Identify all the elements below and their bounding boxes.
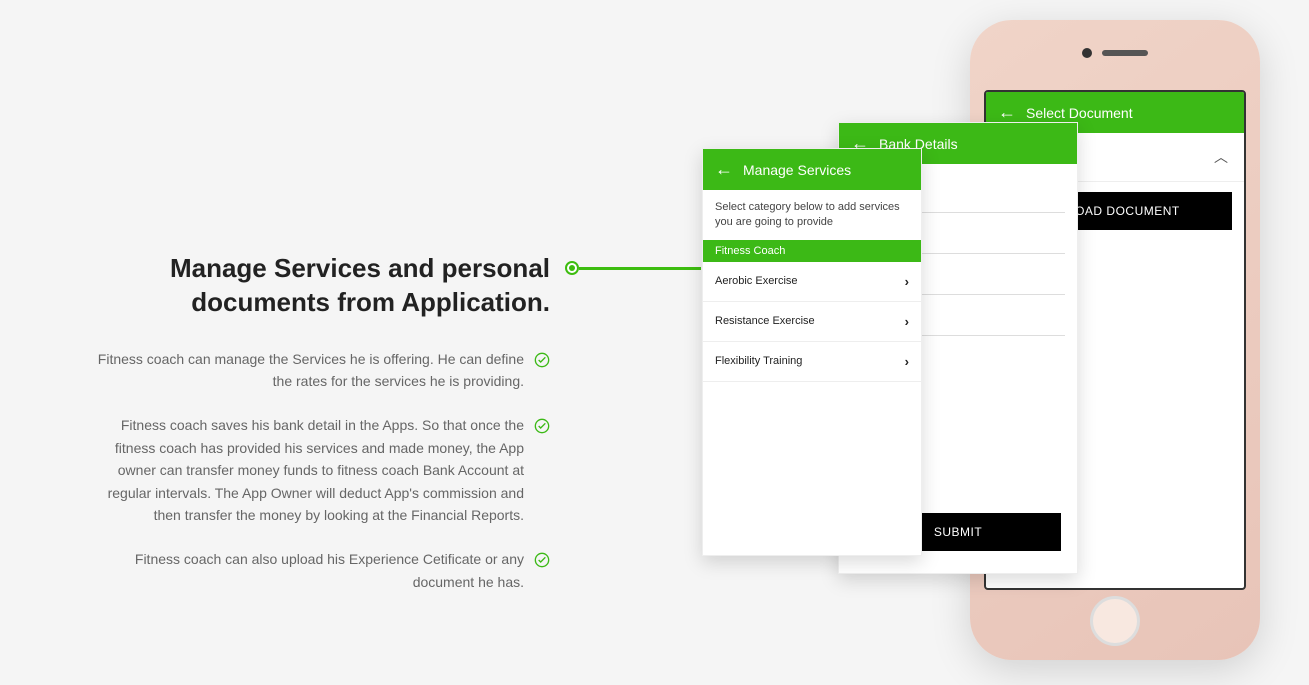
check-circle-icon — [534, 418, 550, 434]
service-item-label: Resistance Exercise — [715, 315, 815, 327]
back-arrow-icon[interactable]: ← — [998, 102, 1016, 123]
feature-text: Fitness coach saves his bank detail in t… — [90, 414, 524, 526]
check-circle-icon — [534, 552, 550, 568]
feature-text: Fitness coach can also upload his Experi… — [90, 548, 524, 593]
service-item-flexibility[interactable]: Flexibility Training › — [703, 342, 921, 382]
service-category-label: Fitness Coach — [703, 240, 921, 262]
service-item-label: Aerobic Exercise — [715, 275, 798, 287]
chevron-up-icon: ︿ — [1214, 147, 1228, 167]
section-title: Manage Services and personal documents f… — [90, 252, 550, 320]
iphone-home-button[interactable] — [1090, 596, 1140, 646]
screen-title: Select Document — [1026, 105, 1133, 121]
feature-item: Fitness coach can also upload his Experi… — [90, 548, 550, 593]
app-header-manage-services: ← Manage Services — [703, 149, 921, 190]
back-arrow-icon[interactable]: ← — [715, 159, 733, 180]
screen-manage-services: ← Manage Services Select category below … — [702, 148, 922, 556]
chevron-right-icon: › — [905, 314, 909, 329]
screen-title: Manage Services — [743, 162, 851, 178]
service-item-aerobic[interactable]: Aerobic Exercise › — [703, 262, 921, 302]
connector-bar — [579, 267, 701, 270]
chevron-right-icon: › — [905, 354, 909, 369]
iphone-notch — [1082, 48, 1148, 58]
iphone-camera-icon — [1082, 48, 1092, 58]
service-item-label: Flexibility Training — [715, 355, 802, 367]
connector-dot-icon — [565, 261, 579, 275]
iphone-speaker-icon — [1102, 50, 1148, 56]
services-prompt-text: Select category below to add services yo… — [703, 190, 921, 240]
service-item-resistance[interactable]: Resistance Exercise › — [703, 302, 921, 342]
feature-item: Fitness coach saves his bank detail in t… — [90, 414, 550, 526]
check-circle-icon — [534, 352, 550, 368]
feature-item: Fitness coach can manage the Services he… — [90, 348, 550, 393]
feature-text: Fitness coach can manage the Services he… — [90, 348, 524, 393]
chevron-right-icon: › — [905, 274, 909, 289]
connector-line — [565, 261, 701, 275]
